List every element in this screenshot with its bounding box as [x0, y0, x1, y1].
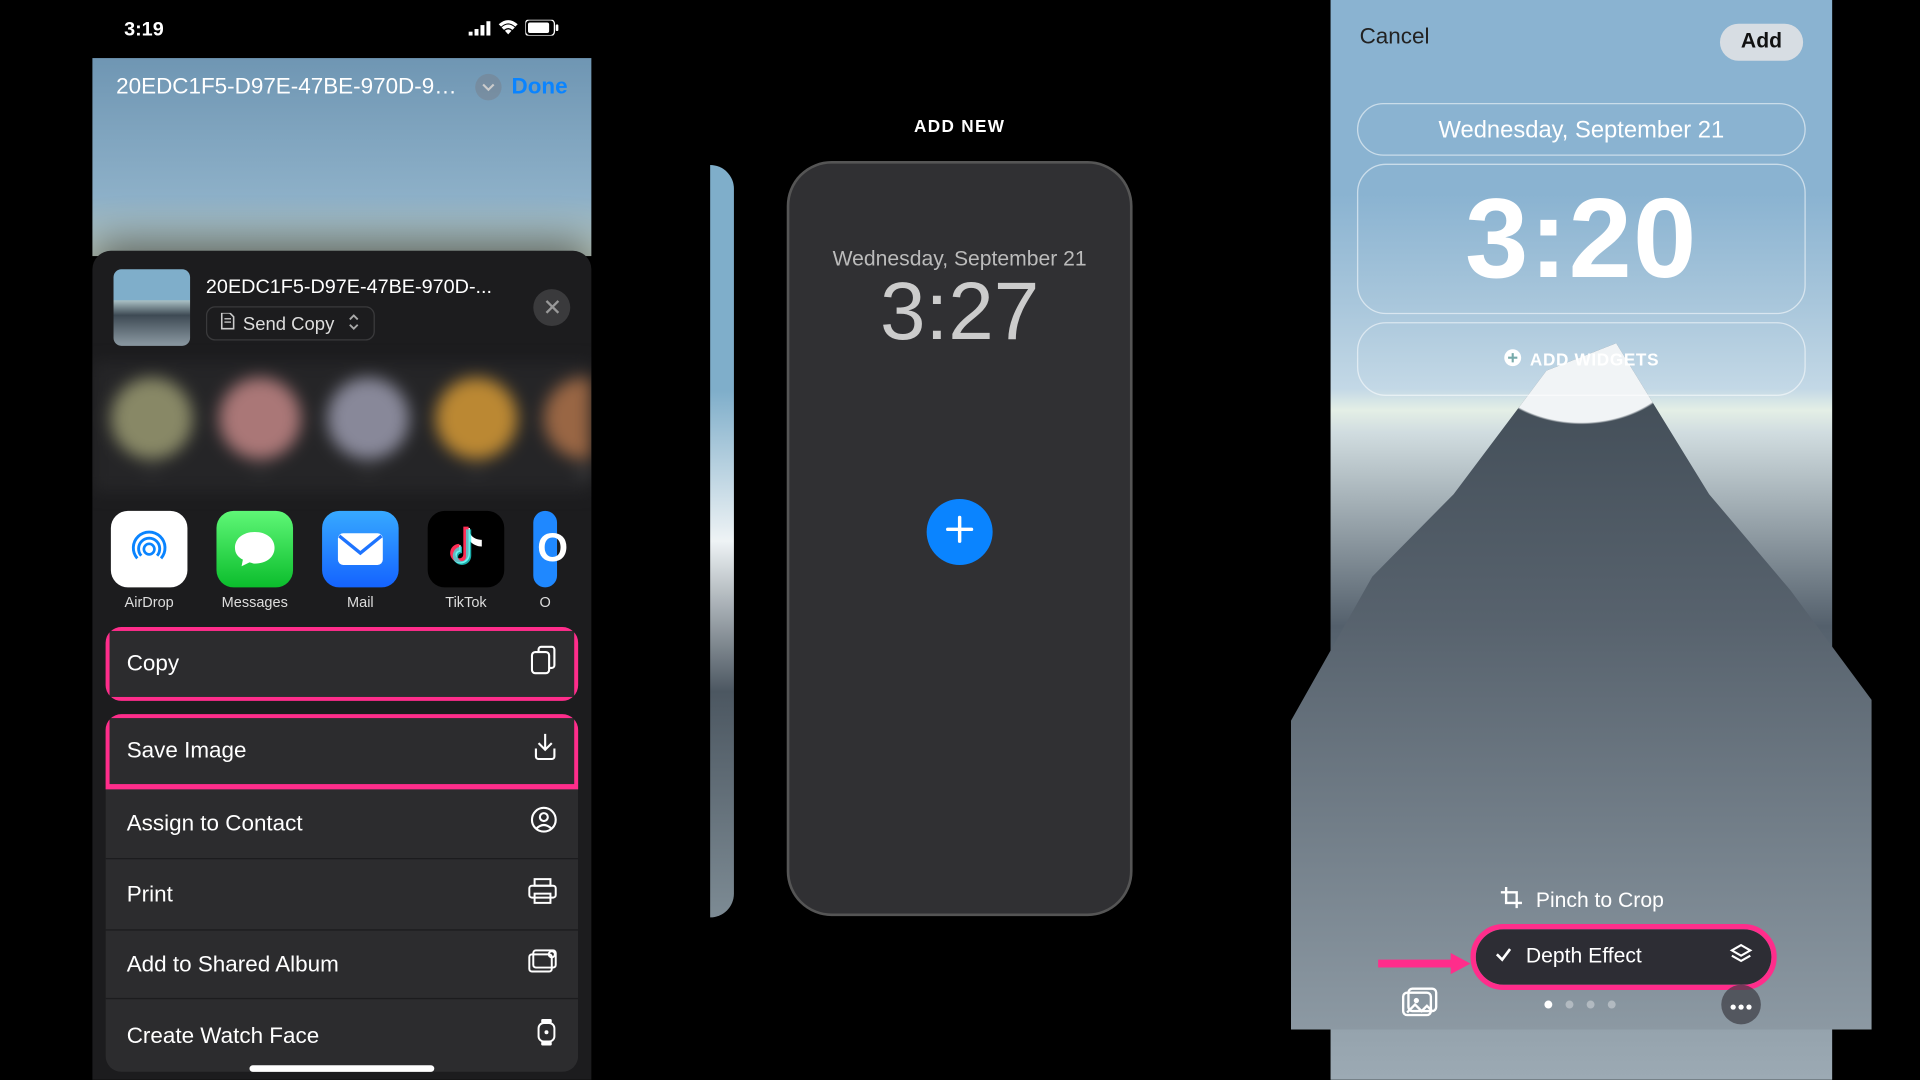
action-label: Print [127, 881, 173, 907]
copy-icon [531, 645, 557, 681]
action-print[interactable]: Print [106, 859, 579, 930]
time-widget-slot[interactable]: 3:20 [1357, 164, 1806, 314]
check-icon [1494, 944, 1512, 969]
app-label: Messages [222, 595, 288, 611]
lockscreen-date: Wednesday, September 21 [1438, 116, 1724, 144]
pinch-label: Pinch to Crop [1536, 889, 1664, 913]
tiktok-icon [428, 511, 505, 588]
app-other-peek[interactable]: O O [533, 511, 557, 611]
add-button[interactable]: Add [1720, 24, 1803, 61]
airdrop-icon [111, 511, 188, 588]
callout-arrow [1378, 953, 1470, 966]
ellipsis-icon [1731, 993, 1752, 1017]
layers-icon [1729, 942, 1753, 972]
plus-circle-icon [1504, 348, 1522, 370]
status-time: 3:19 [124, 18, 164, 40]
page-dot [1544, 1001, 1552, 1009]
status-icons [469, 18, 560, 40]
send-copy-label: Send Copy [243, 312, 334, 333]
phone-wallpaper-editor: Cancel Add Wednesday, September 21 3:20 … [1331, 0, 1833, 1080]
print-icon [528, 878, 557, 911]
editor-bottom-bar [1331, 985, 1833, 1025]
add-new-label: ADD NEW [710, 116, 1209, 136]
up-down-chevron-icon [348, 312, 361, 333]
page-dot [1566, 1001, 1574, 1009]
cellular-signal-icon [469, 18, 491, 40]
app-airdrop[interactable]: AirDrop [111, 511, 188, 611]
close-share-button[interactable] [533, 289, 570, 326]
ios-status-bar: 3:19 [92, 0, 591, 58]
action-label: Create Watch Face [127, 1022, 319, 1048]
document-icon [220, 312, 235, 333]
add-wallpaper-button[interactable] [927, 499, 993, 565]
date-widget-slot[interactable]: Wednesday, September 21 [1357, 103, 1806, 156]
depth-effect-label: Depth Effect [1526, 945, 1716, 969]
share-sheet-header: 20EDC1F5-D97E-47BE-970D-... Send Copy [92, 251, 591, 354]
share-apps-row: AirDrop Messages Mail [92, 492, 591, 627]
cancel-button[interactable]: Cancel [1360, 24, 1430, 61]
close-icon [545, 296, 560, 318]
lockscreen-time: 3:20 [1465, 174, 1698, 305]
airdrop-contacts-row[interactable]: — — — — ta [92, 362, 591, 493]
new-wallpaper-card[interactable]: Wednesday, September 21 3:27 [787, 161, 1133, 916]
file-nav-row: 20EDC1F5-D97E-47BE-970D-9A... Done [92, 74, 591, 100]
action-copy[interactable]: Copy [106, 627, 579, 701]
action-label: Save Image [127, 737, 247, 763]
contact-icon [531, 807, 557, 840]
action-label: Copy [127, 650, 179, 676]
action-create-watch-face[interactable]: Create Watch Face [106, 999, 579, 1072]
pinch-to-crop-hint: Pinch to Crop [1331, 886, 1833, 916]
mail-icon [322, 511, 399, 588]
prev-wallpaper-peek[interactable] [710, 165, 734, 917]
preview-time: 3:27 [880, 272, 1039, 354]
app-label: Mail [347, 595, 374, 611]
share-sheet: 20EDC1F5-D97E-47BE-970D-... Send Copy [92, 251, 591, 1080]
app-tiktok[interactable]: TikTok [428, 511, 505, 611]
photo-picker-button[interactable] [1402, 987, 1439, 1023]
action-label: Add to Shared Album [127, 951, 339, 977]
more-options-button[interactable] [1721, 985, 1761, 1025]
action-add-shared-album[interactable]: Add to Shared Album [106, 931, 579, 1000]
page-dots[interactable] [1544, 1001, 1615, 1009]
share-actions-list-2: Save Image Assign to Contact Print [106, 714, 579, 1072]
action-label: Assign to Contact [127, 810, 303, 836]
share-actions-list: Copy [106, 627, 579, 701]
battery-icon [525, 18, 559, 40]
shared-album-icon [528, 949, 557, 979]
other-app-icon: O [533, 511, 557, 588]
phone-add-new-wallpaper: ADD NEW Wednesday, September 21 3:27 [710, 0, 1209, 1080]
action-save-image[interactable]: Save Image [106, 714, 579, 788]
wifi-icon [498, 18, 519, 40]
filename-label: 20EDC1F5-D97E-47BE-970D-9A... [116, 74, 464, 100]
home-indicator[interactable] [249, 1065, 434, 1072]
page-dot [1608, 1001, 1616, 1009]
add-widgets-label: ADD WIDGETS [1530, 349, 1659, 369]
file-thumbnail [114, 269, 191, 346]
add-widgets-slot[interactable]: ADD WIDGETS [1357, 322, 1806, 396]
app-mail[interactable]: Mail [322, 511, 399, 611]
action-assign-contact[interactable]: Assign to Contact [106, 788, 579, 859]
app-label: AirDrop [125, 595, 174, 611]
messages-icon [216, 511, 293, 588]
editor-top-bar: Cancel Add [1331, 24, 1833, 61]
plus-icon [945, 510, 974, 555]
app-label: O [540, 595, 551, 611]
crop-icon [1499, 886, 1523, 916]
phone-share-sheet: 3:19 20EDC1F5-D97E-47BE-970D-9A... Done [92, 0, 591, 1080]
download-icon [533, 733, 557, 769]
done-button[interactable]: Done [512, 74, 568, 100]
filename-chevron-icon[interactable] [475, 74, 501, 100]
depth-effect-button[interactable]: Depth Effect [1476, 929, 1772, 984]
share-filename: 20EDC1F5-D97E-47BE-970D-... [206, 275, 518, 297]
watch-icon [536, 1018, 557, 1054]
app-messages[interactable]: Messages [216, 511, 293, 611]
page-dot [1587, 1001, 1595, 1009]
app-label: TikTok [445, 595, 486, 611]
send-copy-button[interactable]: Send Copy [206, 306, 375, 340]
